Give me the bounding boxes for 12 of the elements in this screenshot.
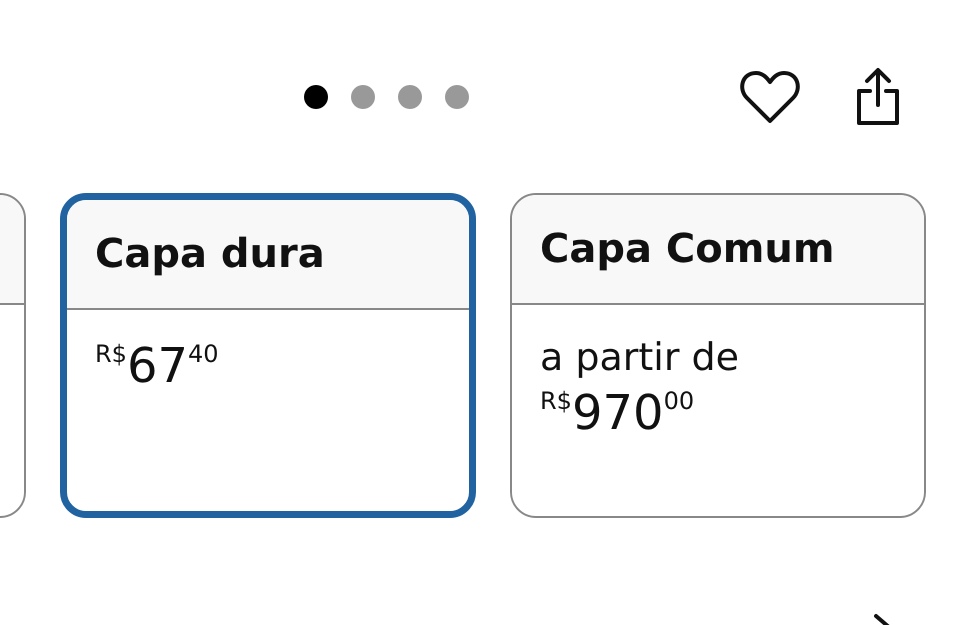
price-prefix: a partir de [540, 335, 740, 379]
format-title: Capa Comum [540, 226, 835, 272]
format-card[interactable]: Capa Comum a partir de $^{R$}$970$^{00}$ [510, 193, 926, 518]
format-title: Capa dura [95, 231, 325, 277]
format-card[interactable]: Capa dura $^{R$}$67$^{40}$ [60, 193, 476, 518]
heart-icon[interactable] [739, 68, 801, 124]
carousel-dot[interactable] [351, 84, 375, 108]
carousel-dot[interactable] [445, 84, 469, 108]
price-text: $^{R$}$67$^{40}$ [95, 340, 220, 393]
carousel-dot[interactable] [304, 84, 328, 108]
price-text: $^{R$}$970$^{00}$ [540, 387, 696, 440]
carousel-dot[interactable] [398, 84, 422, 108]
